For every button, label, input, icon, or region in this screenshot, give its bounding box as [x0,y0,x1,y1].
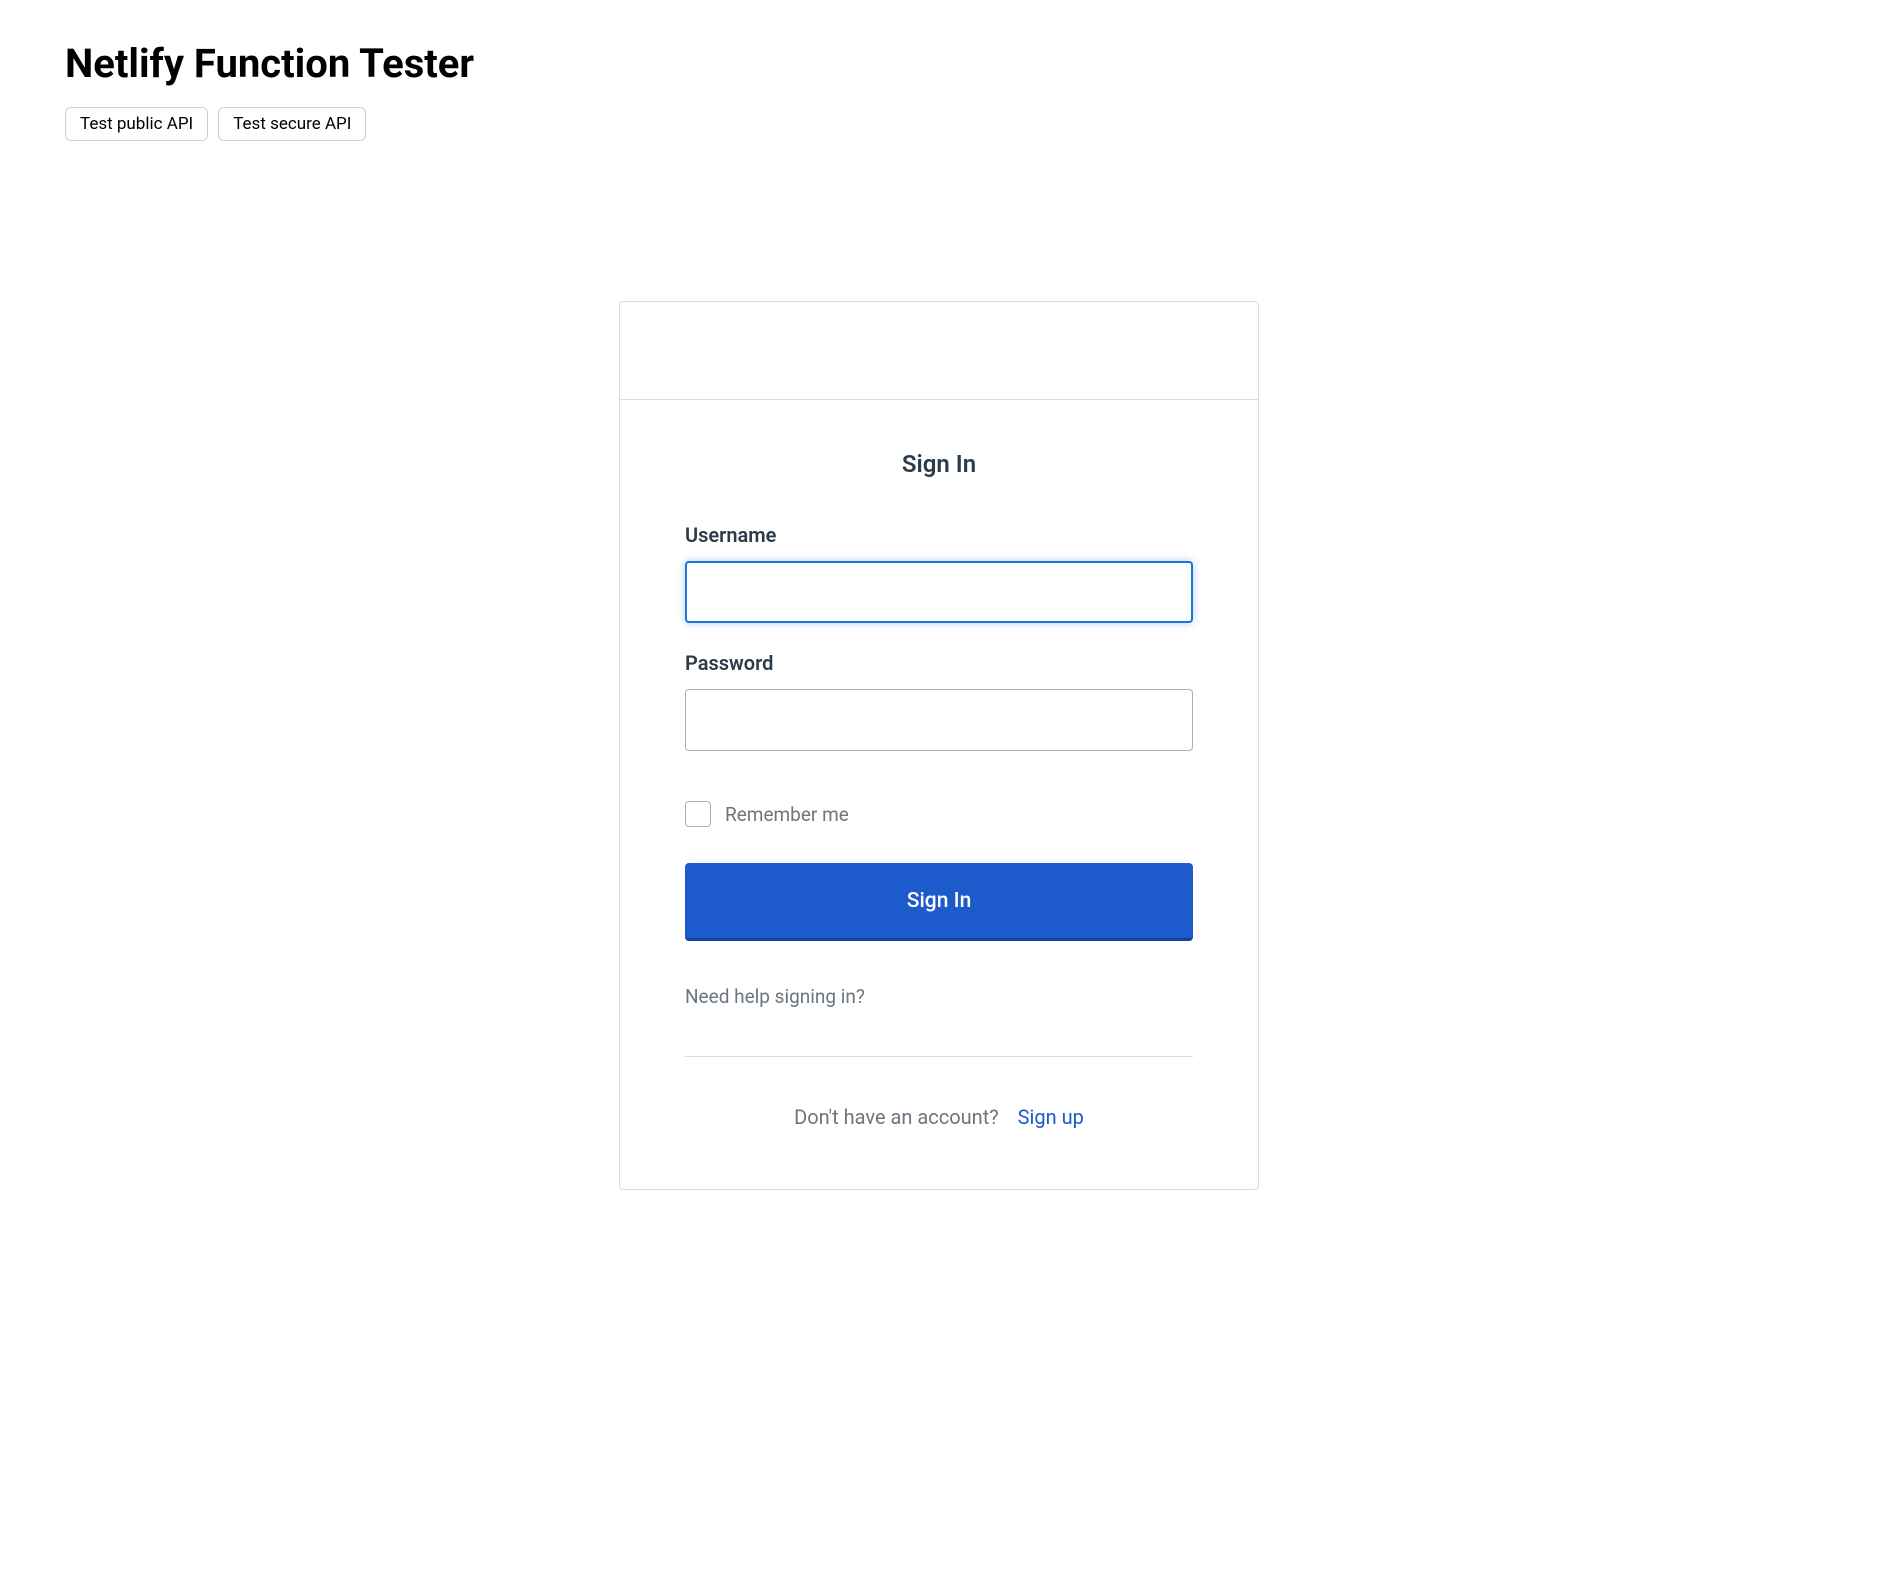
username-input[interactable] [685,561,1193,623]
password-input[interactable] [685,689,1193,751]
help-signing-in-link[interactable]: Need help signing in? [685,985,1193,1008]
test-secure-api-button[interactable]: Test secure API [218,107,366,141]
signup-prompt-text: Don't have an account? [794,1105,999,1129]
signup-link[interactable]: Sign up [1018,1105,1084,1129]
remember-me-label[interactable]: Remember me [725,803,849,826]
signin-card: Sign In Username Password Remember me Si… [619,301,1259,1190]
remember-me-row: Remember me [685,801,1193,827]
signin-divider [685,1056,1193,1057]
signin-heading: Sign In [685,450,1193,478]
signin-submit-button[interactable]: Sign In [685,863,1193,941]
signup-row: Don't have an account? Sign up [685,1105,1193,1129]
username-label: Username [685,523,1193,547]
page-title: Netlify Function Tester [65,40,1878,87]
test-button-row: Test public API Test secure API [65,107,1878,141]
test-public-api-button[interactable]: Test public API [65,107,208,141]
password-group: Password [685,651,1193,751]
remember-me-checkbox[interactable] [685,801,711,827]
password-label: Password [685,651,1193,675]
signin-card-body: Sign In Username Password Remember me Si… [620,400,1258,1189]
signin-card-header [620,302,1258,400]
username-group: Username [685,523,1193,623]
